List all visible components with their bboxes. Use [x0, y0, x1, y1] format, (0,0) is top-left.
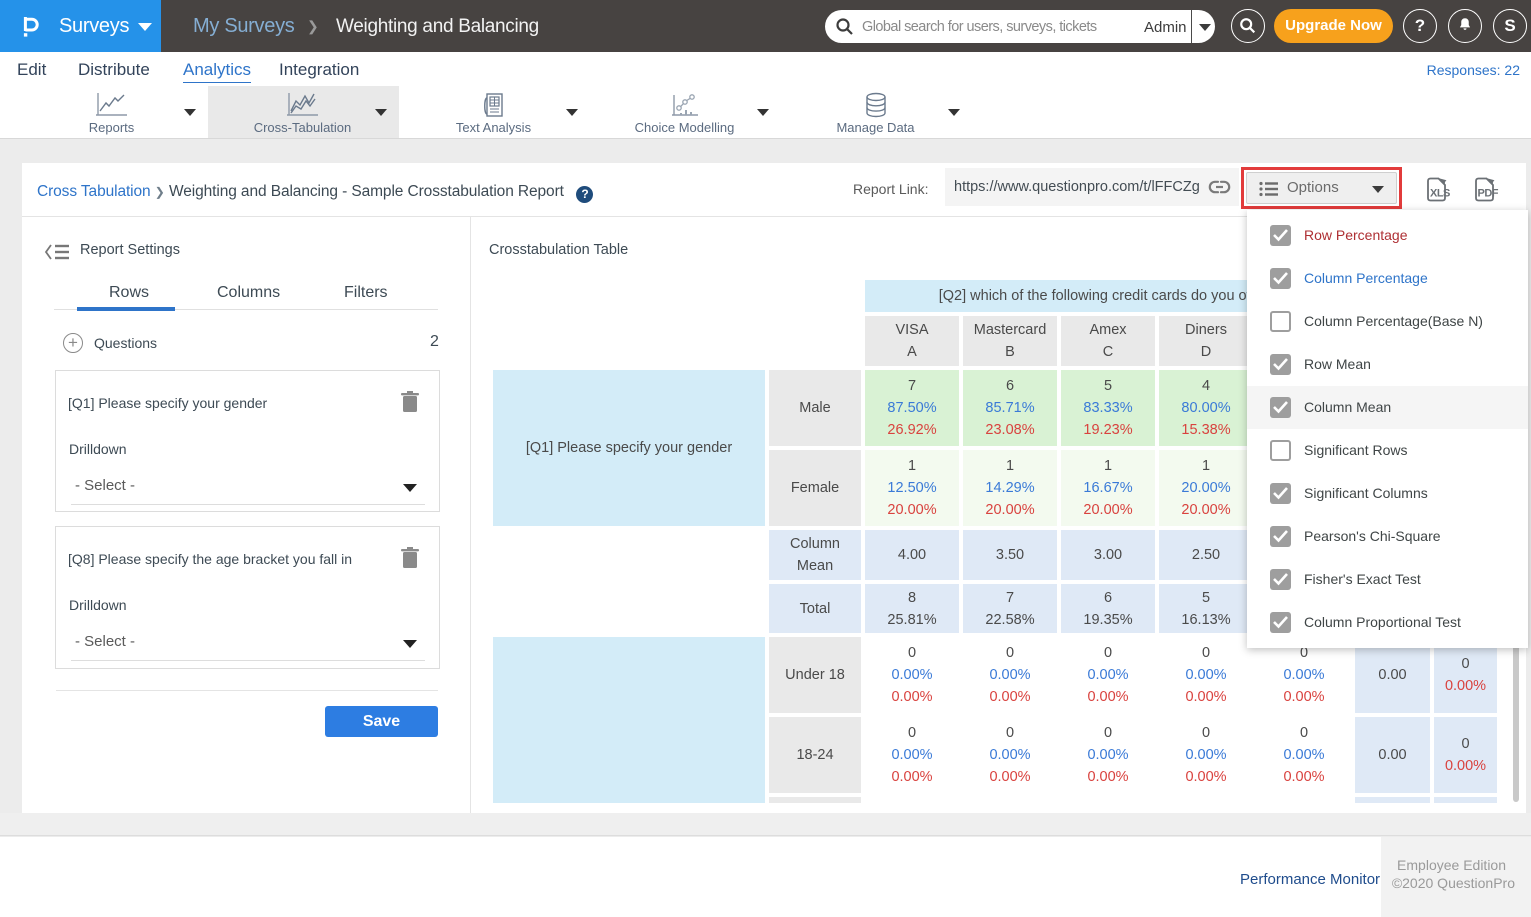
svg-text:XLS: XLS: [1430, 188, 1450, 200]
svg-text:PDF: PDF: [1478, 188, 1499, 200]
